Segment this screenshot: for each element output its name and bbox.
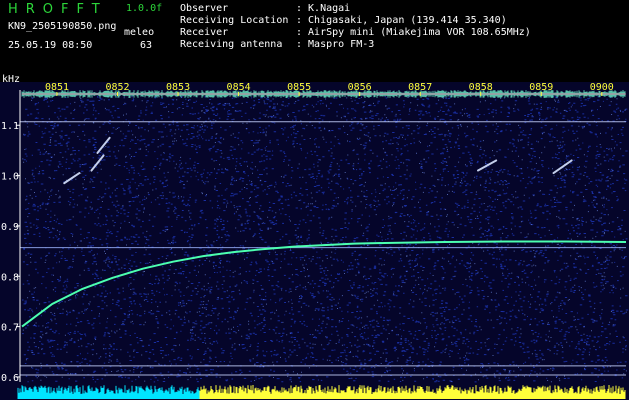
timestamp: 25.05.19 08:50 [8,40,93,51]
observer-value: : K.Nagai [296,3,351,14]
x-tick-label: 0851 [45,82,69,93]
antenna-label: Receiving antenna [180,39,283,50]
app-brand: HROFFT [8,2,108,17]
file-name: KN9_2505190850.png [8,21,117,32]
y-tick-label: 0.7 [1,323,19,334]
app-version: 1.0.0f [126,3,163,14]
y-tick-label: 1.1 [1,121,19,132]
spectrogram-plot: 0.6 0.7 0.8 0.9 1.0 1.1 0851 0852 0853 0854 0855 0… [0,82,629,400]
meleo-value: 63 [140,40,153,51]
y-tick-label: 0.6 [1,373,19,384]
antenna-value: : Maspro FM-3 [296,39,375,50]
x-tick-label: 0855 [287,82,311,93]
location-value: : Chigasaki, Japan (139.414 35.340) [296,15,507,26]
y-tick-label: 1.0 [1,172,19,183]
x-tick-label: 0858 [469,82,493,93]
location-label: Receiving Location [180,15,289,26]
x-tick-label: 0857 [408,82,432,93]
x-tick-label: 0900 [590,82,614,93]
meleo-label: meleo [124,27,155,38]
x-tick-label: 0853 [166,82,190,93]
receiver-value: : AirSpy mini (Miakejima VOR 108.65MHz) [296,27,531,38]
y-tick-label: 0.9 [1,222,19,233]
observer-label: Observer [180,3,229,14]
receiver-label: Receiver [180,27,229,38]
y-tick-label: 0.8 [1,272,19,283]
x-tick-label: 0856 [348,82,372,93]
x-tick-label: 0852 [105,82,129,93]
x-tick-label: 0854 [227,82,251,93]
x-tick-label: 0859 [529,82,553,93]
